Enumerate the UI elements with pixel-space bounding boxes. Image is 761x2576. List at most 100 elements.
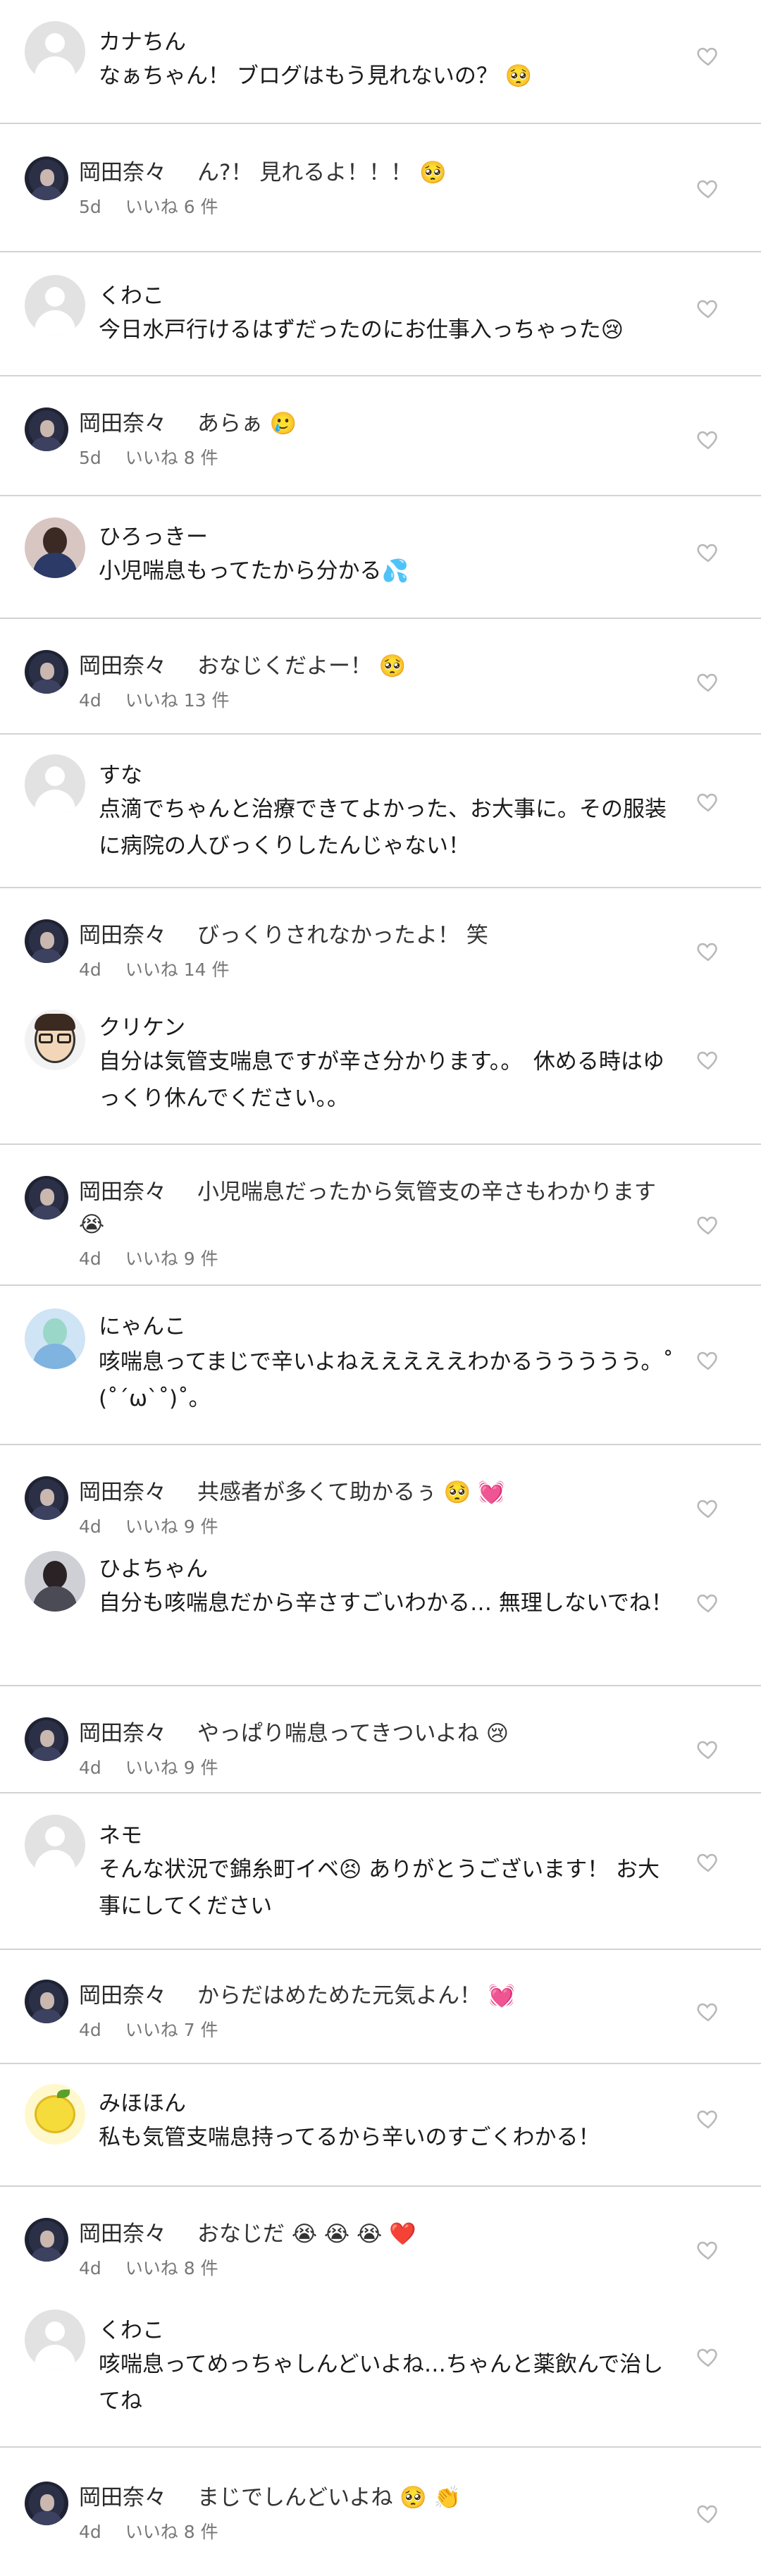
reply-age: 4d [79,1516,101,1537]
reply-likes[interactable]: いいね 9 件 [125,1758,218,1778]
heart-outline-icon[interactable] [696,540,720,564]
reply-author[interactable]: 岡田奈々 [79,411,166,436]
reply-author[interactable]: 岡田奈々 [79,160,166,185]
reply-age: 5d [79,197,101,217]
avatar[interactable] [25,2084,85,2145]
heart-outline-icon[interactable] [696,176,720,200]
avatar[interactable] [25,1717,68,1761]
comment-text: 咳喘息ってめっちゃしんどいよね…ちゃんと薬飲んで治してね [99,2352,664,2414]
reply-text: からだはめためた元気よん！ 💓 [197,1983,516,2008]
avatar[interactable] [25,650,68,694]
reply-likes[interactable]: いいね 13 件 [125,690,230,711]
reply-author[interactable]: 岡田奈々 [79,2485,166,2510]
comment-author[interactable]: ひよちゃん [99,1551,208,1583]
avatar[interactable] [25,1176,68,1220]
comment-text: 点滴でちゃんと治療できてよかった、お大事に。その服装に病院の人びっくりしたんじゃ… [99,797,667,859]
reply-age: 4d [79,1249,101,1269]
avatar[interactable] [25,1980,68,2023]
heart-outline-icon[interactable] [696,790,720,814]
comment-author[interactable]: みほほん [99,2085,186,2117]
comment-text: なぁちゃん！ ブログはもう見れないの？ 🥺 [99,63,533,89]
heart-outline-icon[interactable] [696,1213,720,1237]
comment-author[interactable]: カナちん [99,24,186,56]
avatar[interactable] [25,2482,68,2525]
reply-age: 4d [79,690,101,711]
default-avatar-icon[interactable] [25,275,85,336]
comment-author[interactable]: ネモ [99,1817,142,1849]
comment-author[interactable]: くわこ [99,278,164,309]
heart-outline-icon[interactable] [696,670,720,694]
reply-likes[interactable]: いいね 9 件 [125,1516,218,1537]
avatar[interactable] [25,1476,68,1520]
separator [0,375,761,376]
heart-outline-icon[interactable] [696,1737,720,1761]
reply-author[interactable]: 岡田奈々 [79,923,166,948]
reply-author[interactable]: 岡田奈々 [79,1480,166,1505]
reply-author[interactable]: 岡田奈々 [79,654,166,679]
heart-outline-icon[interactable] [696,939,720,963]
default-avatar-icon[interactable] [25,2310,85,2370]
reply-likes[interactable]: いいね 14 件 [125,959,230,980]
comment-author[interactable]: くわこ [99,2312,164,2344]
comment-author[interactable]: すな [99,757,142,789]
separator [0,2446,761,2448]
comment-author[interactable]: にゃんこ [99,1308,186,1340]
comment-author[interactable]: クリケン [99,1010,185,1041]
reply-author[interactable]: 岡田奈々 [79,1721,166,1746]
comment-text: 私も気管支喘息持ってるから辛いのすごくわかる！ [99,2125,600,2150]
heart-outline-icon[interactable] [696,1590,720,1614]
separator [0,733,761,735]
reply-age: 4d [79,2020,101,2040]
separator [0,1792,761,1793]
default-avatar-icon[interactable] [25,754,85,815]
reply-likes[interactable]: いいね 8 件 [125,2522,218,2542]
separator [0,618,761,619]
reply-text: やっぱり喘息ってきついよね 😢 [197,1721,509,1746]
avatar[interactable] [25,1010,85,1070]
heart-outline-icon[interactable] [696,427,720,451]
reply-likes[interactable]: いいね 6 件 [125,197,218,217]
reply-text: おなじだ 😭 😭 😭 ❤️ [197,2221,416,2247]
separator [0,251,761,252]
reply-age: 4d [79,2522,101,2542]
avatar[interactable] [25,919,68,963]
reply-likes[interactable]: いいね 9 件 [125,1249,218,1269]
reply-likes[interactable]: いいね 8 件 [125,2258,218,2278]
heart-outline-icon[interactable] [696,1496,720,1520]
reply-text: まじでしんどいよね 🥺 👏 [197,2485,462,2510]
heart-outline-icon[interactable] [696,2238,720,2262]
reply-likes[interactable]: いいね 8 件 [125,448,218,468]
heart-outline-icon[interactable] [696,1048,720,1072]
reply-author[interactable]: 岡田奈々 [79,2221,166,2247]
avatar[interactable] [25,1551,85,1612]
heart-outline-icon[interactable] [696,296,720,320]
separator [0,2185,761,2187]
comment-text: 自分も咳喘息だから辛さすごいわかる… 無理しないでね！ [99,1590,673,1616]
reply-age: 4d [79,2258,101,2278]
avatar[interactable] [25,157,68,200]
avatar[interactable] [25,2218,68,2262]
heart-outline-icon[interactable] [696,2345,720,2369]
heart-outline-icon[interactable] [696,2106,720,2130]
heart-outline-icon[interactable] [696,2501,720,2525]
heart-outline-icon[interactable] [696,1348,720,1372]
separator [0,1949,761,1950]
default-avatar-icon[interactable] [25,21,85,82]
avatar[interactable] [25,1308,85,1369]
reply-author[interactable]: 岡田奈々 [79,1179,166,1205]
heart-outline-icon[interactable] [696,44,720,68]
avatar[interactable] [25,407,68,451]
comment-text: 小児喘息もってたから分かる💦 [99,558,409,584]
default-avatar-icon[interactable] [25,1815,85,1875]
comment-author[interactable]: ひろっきー [99,519,208,551]
reply-text: ん?！ 見れるよ！！！ 🥺 [197,160,447,185]
avatar[interactable] [25,517,85,578]
comment-feed: カナちん なぁちゃん！ ブログはもう見れないの？ 🥺 岡田奈々 ん?！ 見れるよ！… [0,0,761,2576]
reply-likes[interactable]: いいね 7 件 [125,2020,218,2040]
reply-age: 5d [79,448,101,468]
heart-outline-icon[interactable] [696,1850,720,1874]
reply-author[interactable]: 岡田奈々 [79,1983,166,2008]
heart-outline-icon[interactable] [696,1999,720,2023]
separator [0,123,761,124]
comment-text: 咳喘息ってまじで辛いよねえええええわかるううううう。˚ (˚´ω`˚)˚。 [99,1349,674,1411]
